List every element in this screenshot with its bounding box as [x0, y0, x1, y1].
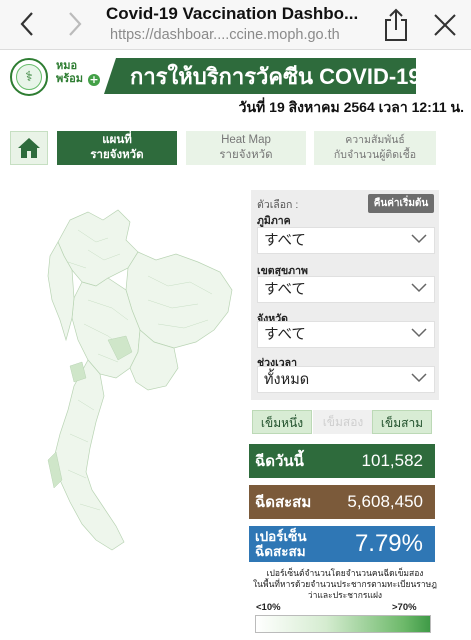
options-label: ตัวเลือก : [257, 199, 299, 211]
tab-heat-map[interactable]: Heat Map รายจังหวัด [186, 131, 306, 165]
tab-infection-relation[interactable]: ความสัมพันธ์ กับจำนวนผู้ติดเชื้อ [314, 131, 436, 165]
health-zone-select[interactable]: すべて [257, 276, 435, 303]
percent-label: เปอร์เซ็น ฉีดสะสม [249, 529, 329, 559]
percent-value: 7.79% [354, 530, 423, 557]
tab-province-map[interactable]: แผนที่ รายจังหวัด [57, 131, 177, 165]
map-region-south [53, 359, 125, 551]
close-icon[interactable] [432, 12, 458, 38]
legend-note: เปอร์เซ็นต์จำนวนโดยจำนวนคนฉีดเข็มสอง ในพ… [251, 568, 439, 601]
legend-note-line3: ว่าและประชากรแฝง [307, 590, 383, 600]
region-value: すべて [264, 233, 306, 249]
dashboard-title: การให้บริการวัคซีน COVID-19 [104, 58, 416, 94]
home-icon [18, 138, 40, 158]
thailand-province-map[interactable] [8, 190, 248, 570]
tab-label-line1: แผนที่ [102, 134, 132, 146]
percent-label-line2: ฉีดสะสม [255, 544, 306, 559]
map-province-highlight [69, 361, 87, 383]
today-vaccinated-card: ฉีดวันนี้ 101,582 [249, 444, 435, 478]
moph-logo: ⚕ [10, 58, 48, 96]
logo-emblem: ⚕ [16, 64, 42, 90]
province-value: すべて [264, 327, 306, 343]
percent-vaccinated-card: เปอร์เซ็น ฉีดสะสม 7.79% [249, 526, 435, 562]
period-select[interactable]: ทั้งหมด [257, 366, 435, 393]
filter-panel: ตัวเลือก : คืนค่าเริ่มต้น ภูมิภาค すべて เข… [251, 190, 439, 400]
tab-label-line2: รายจังหวัด [219, 149, 273, 161]
health-zone-value: すべて [264, 282, 306, 298]
tab-label-line1: ความสัมพันธ์ [345, 134, 405, 146]
page-title: Covid-19 Vaccination Dashbo... [106, 4, 359, 23]
tab-label-line2: กับจำนวนผู้ติดเชื้อ [333, 149, 417, 161]
back-arrow-icon[interactable] [14, 10, 40, 38]
cumulative-vaccinated-card: ฉีดสะสม 5,608,450 [249, 485, 435, 519]
period-value: ทั้งหมด [264, 372, 310, 388]
reset-button[interactable]: คืนค่าเริ่มต้น [368, 194, 434, 213]
mohprom-logo: หมอ พร้อม + [56, 60, 100, 94]
home-button[interactable] [10, 131, 48, 165]
browser-toolbar: Covid-19 Vaccination Dashbo... https://d… [0, 0, 471, 50]
province-select[interactable]: すべて [257, 321, 435, 348]
dose1-tab[interactable]: เข็มหนึ่ง [252, 410, 312, 434]
chevron-down-icon [411, 234, 427, 244]
dose3-tab[interactable]: เข็มสาม [372, 410, 432, 434]
cumulative-value: 5,608,450 [347, 492, 423, 511]
legend-min-label: <10% [256, 602, 281, 613]
today-value: 101,582 [361, 451, 423, 470]
legend-max-label: >70% [392, 602, 417, 613]
today-label: ฉีดวันนี้ [255, 453, 304, 470]
chevron-down-icon [411, 373, 427, 383]
legend-note-line1: เปอร์เซ็นต์จำนวนโดยจำนวนคนฉีดเข็มสอง [266, 568, 424, 578]
cumulative-label: ฉีดสะสม [255, 494, 312, 511]
legend-note-line2: ในพื้นที่หารด้วยจำนวนประชากรตามทะเบียนรา… [253, 579, 437, 589]
region-select[interactable]: すべて [257, 227, 435, 254]
url-text[interactable]: https://dashboar....ccine.moph.go.th [110, 27, 370, 43]
tab-label-line1: Heat Map [221, 134, 271, 146]
legend-color-scale [255, 615, 431, 633]
update-datetime: วันที่ 19 สิงหาคม 2564 เวลา 12:11 น. [238, 99, 464, 115]
brand-plus-icon: + [88, 73, 100, 86]
share-icon[interactable] [382, 8, 410, 42]
brand-line1: หมอ [56, 60, 78, 72]
dose2-tab[interactable]: เข็มสอง [313, 410, 373, 434]
chevron-down-icon [411, 283, 427, 293]
forward-arrow-icon[interactable] [62, 10, 88, 38]
percent-label-line1: เปอร์เซ็น [255, 529, 307, 544]
tab-label-line2: รายจังหวัด [90, 149, 144, 161]
chevron-down-icon [411, 328, 427, 338]
